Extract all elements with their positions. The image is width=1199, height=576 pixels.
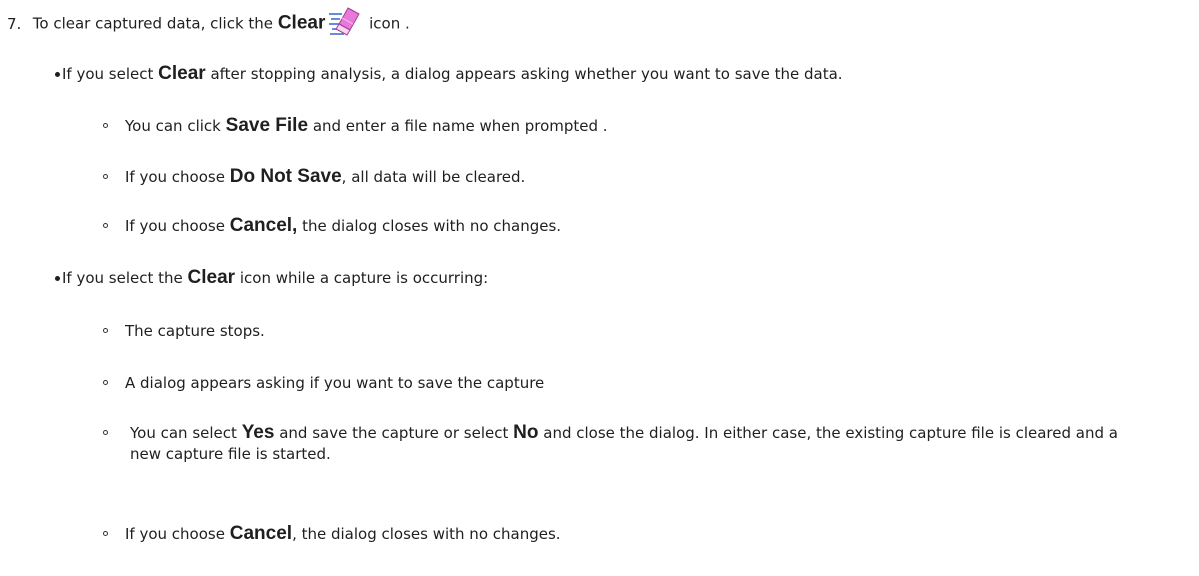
bullet-circle bbox=[103, 531, 108, 536]
do-not-save-label: Do Not Save bbox=[229, 166, 342, 187]
bullet-text: If you select the bbox=[62, 269, 183, 287]
eraser-clear-icon bbox=[328, 6, 361, 36]
sub-text: If you choose bbox=[125, 525, 225, 543]
bullet-text: icon while a capture is occurring: bbox=[235, 269, 489, 287]
sub-text: , all data will be cleared. bbox=[341, 168, 526, 186]
sub-text: the dialog closes with no changes. bbox=[302, 217, 562, 235]
bullet-text: If you select bbox=[62, 65, 154, 83]
bullet-disc bbox=[55, 276, 60, 281]
bullet-circle bbox=[103, 430, 108, 435]
sub-text: and enter a file name when prompted . bbox=[312, 117, 608, 135]
sub-text: and save the capture or select bbox=[279, 424, 509, 442]
bullet-disc bbox=[55, 72, 60, 77]
step-text: To clear captured data, click the bbox=[32, 14, 274, 33]
step-7-line: 7. To clear captured data, click the Cle… bbox=[7, 6, 410, 39]
no-label: No bbox=[513, 422, 539, 443]
sub-text: If you choose bbox=[125, 168, 225, 186]
step-text-after: icon . bbox=[369, 14, 410, 33]
sub-item-capture-stops: The capture stops. bbox=[103, 320, 265, 342]
sub-item-dialog-appears: A dialog appears asking if you want to s… bbox=[103, 372, 545, 394]
sub-text: The capture stops. bbox=[125, 322, 265, 340]
sub-item-save-file: You can click Save File and enter a file… bbox=[103, 115, 608, 137]
clear-label: Clear bbox=[158, 63, 206, 84]
bullet-circle bbox=[103, 380, 108, 385]
sub-text: You can click bbox=[125, 117, 221, 135]
sub-item-do-not-save: If you choose Do Not Save, all data will… bbox=[103, 166, 526, 188]
sub-item-cancel: If you choose Cancel, the dialog closes … bbox=[103, 215, 562, 237]
sub-text: A dialog appears asking if you want to s… bbox=[125, 374, 545, 392]
clear-label: Clear bbox=[187, 267, 236, 288]
step-number: 7. bbox=[7, 14, 22, 33]
yes-label: Yes bbox=[241, 422, 275, 443]
sub-text: If you choose bbox=[125, 217, 225, 235]
bullet-circle bbox=[103, 123, 108, 128]
sub-text: , the dialog closes with no changes. bbox=[292, 525, 561, 543]
sub-item-yes-no-text: You can select Yes and save the capture … bbox=[130, 422, 1140, 465]
cancel-label: Cancel, bbox=[229, 215, 298, 236]
bullet-clear-after-stop: If you select Clear after stopping analy… bbox=[55, 63, 843, 85]
bullet-circle bbox=[103, 174, 108, 179]
cancel-label: Cancel bbox=[229, 523, 293, 544]
sub-text: You can select bbox=[130, 424, 237, 442]
bullet-circle bbox=[103, 328, 108, 333]
clear-label: Clear bbox=[277, 12, 326, 34]
bullet-clear-during-capture: If you select the Clear icon while a cap… bbox=[55, 267, 489, 289]
bullet-text: after stopping analysis, a dialog appear… bbox=[205, 65, 843, 83]
save-file-label: Save File bbox=[225, 115, 309, 136]
bullet-circle bbox=[103, 223, 108, 228]
sub-item-cancel-2: If you choose Cancel, the dialog closes … bbox=[103, 523, 561, 545]
